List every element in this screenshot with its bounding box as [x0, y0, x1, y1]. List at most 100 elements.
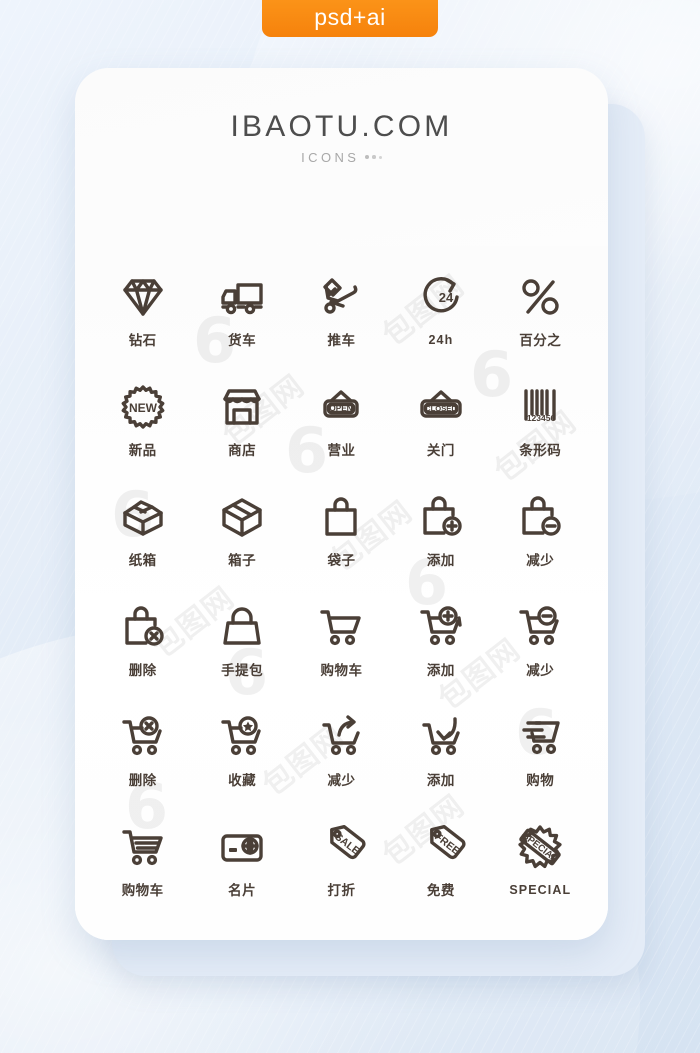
icon-label: 手提包	[221, 663, 264, 678]
business-card-icon[interactable]	[214, 816, 270, 878]
icon-label: 减少	[526, 663, 555, 678]
icon-cell[interactable]: SALE 打折	[292, 816, 391, 926]
icon-cell[interactable]: 购物车	[93, 816, 192, 926]
svg-text:OPEN: OPEN	[330, 404, 353, 413]
icon-cell[interactable]: 百分之	[491, 266, 590, 376]
shopping-cart-favorite-icon[interactable]	[214, 706, 270, 768]
new-badge-icon[interactable]: NEW	[115, 376, 171, 438]
icon-cell[interactable]: 商店	[192, 376, 291, 486]
icon-cell[interactable]: 推车	[292, 266, 391, 376]
shopping-cart-add-icon[interactable]	[413, 596, 469, 658]
icon-label: 百分之	[519, 333, 562, 348]
format-badge: psd+ai	[262, 0, 438, 37]
icon-cell[interactable]: 手提包	[192, 596, 291, 706]
icon-label: 货车	[228, 333, 257, 348]
icon-cell[interactable]: 减少	[491, 486, 590, 596]
icon-label: 删除	[128, 663, 157, 678]
icon-label: 条形码	[519, 443, 562, 458]
svg-text:24: 24	[439, 290, 454, 305]
icon-cell[interactable]: 钻石	[93, 266, 192, 376]
icon-cell[interactable]: SPECIAL SPECIAL	[491, 816, 590, 926]
icon-cell[interactable]: OPEN 营业	[292, 376, 391, 486]
icon-label: 新品	[128, 443, 157, 458]
shopping-cart-icon[interactable]	[313, 596, 369, 658]
icon-cell[interactable]: 名片	[192, 816, 291, 926]
icon-label: 添加	[426, 663, 455, 678]
icon-label: 钻石	[128, 333, 157, 348]
shopping-cart-delete-icon[interactable]	[115, 706, 171, 768]
percent-icon[interactable]	[512, 266, 568, 328]
open-box-icon[interactable]	[115, 486, 171, 548]
icon-cell[interactable]: 购物车	[292, 596, 391, 706]
closed-box-icon[interactable]	[214, 486, 270, 548]
barcode-icon[interactable]: 123456	[512, 376, 568, 438]
icon-cell[interactable]: 添加	[391, 596, 490, 706]
icon-set-card: IBAOTU.COM ICONS 6 包图网 6 包图网 6 包图网 6 包图网…	[75, 68, 608, 940]
icon-label: 商店	[228, 443, 257, 458]
icon-label: 免费	[426, 883, 455, 898]
icon-cell[interactable]: CLOSED 关门	[391, 376, 490, 486]
icon-cell[interactable]: 减少	[292, 706, 391, 816]
icon-label: 打折	[327, 883, 356, 898]
open-sign-icon[interactable]: OPEN	[313, 376, 369, 438]
icon-cell[interactable]: 删除	[93, 706, 192, 816]
svg-text:CLOSED: CLOSED	[425, 404, 457, 413]
icon-cell[interactable]: 购物	[491, 706, 590, 816]
icon-label: 减少	[327, 773, 356, 788]
icon-cell[interactable]: 123456 条形码	[491, 376, 590, 486]
icon-label: 纸箱	[128, 553, 157, 568]
diamond-icon[interactable]	[115, 266, 171, 328]
shopping-cart-out-icon[interactable]	[313, 706, 369, 768]
24-hours-clock-icon[interactable]: 24	[413, 266, 469, 328]
icon-label: 添加	[426, 773, 455, 788]
free-tag-icon[interactable]: FREE	[413, 816, 469, 878]
icon-label: 营业	[327, 443, 356, 458]
hand-truck-icon[interactable]	[313, 266, 369, 328]
shopping-cart-remove-icon[interactable]	[512, 596, 568, 658]
icon-label: 关门	[426, 443, 455, 458]
icon-cell[interactable]: 袋子	[292, 486, 391, 596]
handbag-icon[interactable]	[214, 596, 270, 658]
icon-label: 袋子	[327, 553, 356, 568]
icon-cell[interactable]: 收藏	[192, 706, 291, 816]
store-icon[interactable]	[214, 376, 270, 438]
icon-cell[interactable]: 24 24h	[391, 266, 490, 376]
icon-cell[interactable]: 箱子	[192, 486, 291, 596]
svg-text:NEW: NEW	[129, 401, 158, 415]
icon-cell[interactable]: 删除	[93, 596, 192, 706]
special-badge-icon[interactable]: SPECIAL	[512, 816, 568, 878]
icon-cell[interactable]: FREE 免费	[391, 816, 490, 926]
delivery-truck-icon[interactable]	[214, 266, 270, 328]
icon-cell[interactable]: 减少	[491, 596, 590, 706]
svg-text:123456: 123456	[527, 413, 556, 423]
icon-grid: 钻石 货车 推车 24 24h 百分之 NEW 新品 商店 OPEN 营业 CL…	[75, 246, 608, 926]
icon-cell[interactable]: NEW 新品	[93, 376, 192, 486]
icon-label: 删除	[128, 773, 157, 788]
icon-label: 购物车	[320, 663, 363, 678]
page-subtitle: ICONS	[75, 150, 608, 165]
shopping-bag-remove-icon[interactable]	[512, 486, 568, 548]
page-title: IBAOTU.COM	[230, 110, 453, 143]
icon-label: 名片	[228, 883, 257, 898]
fast-shopping-cart-icon[interactable]	[512, 706, 568, 768]
sale-tag-icon[interactable]: SALE	[313, 816, 369, 878]
icon-label: 箱子	[228, 553, 257, 568]
icon-cell[interactable]: 货车	[192, 266, 291, 376]
icon-label: 24h	[428, 333, 454, 347]
icon-label: 购物车	[121, 883, 164, 898]
shopping-bag-icon[interactable]	[313, 486, 369, 548]
icon-cell[interactable]: 添加	[391, 486, 490, 596]
page-subtitle-label: ICONS	[301, 150, 360, 165]
subtitle-dots-icon	[365, 155, 382, 160]
closed-sign-icon[interactable]: CLOSED	[413, 376, 469, 438]
icon-label: 推车	[327, 333, 356, 348]
shopping-cart-lines-icon[interactable]	[115, 816, 171, 878]
icon-cell[interactable]: 添加	[391, 706, 490, 816]
shopping-cart-in-icon[interactable]	[413, 706, 469, 768]
shopping-bag-add-icon[interactable]	[413, 486, 469, 548]
shopping-bag-delete-icon[interactable]	[115, 596, 171, 658]
icon-label: 减少	[526, 553, 555, 568]
icon-label: 添加	[426, 553, 455, 568]
card-header: IBAOTU.COM ICONS	[75, 68, 608, 165]
icon-cell[interactable]: 纸箱	[93, 486, 192, 596]
